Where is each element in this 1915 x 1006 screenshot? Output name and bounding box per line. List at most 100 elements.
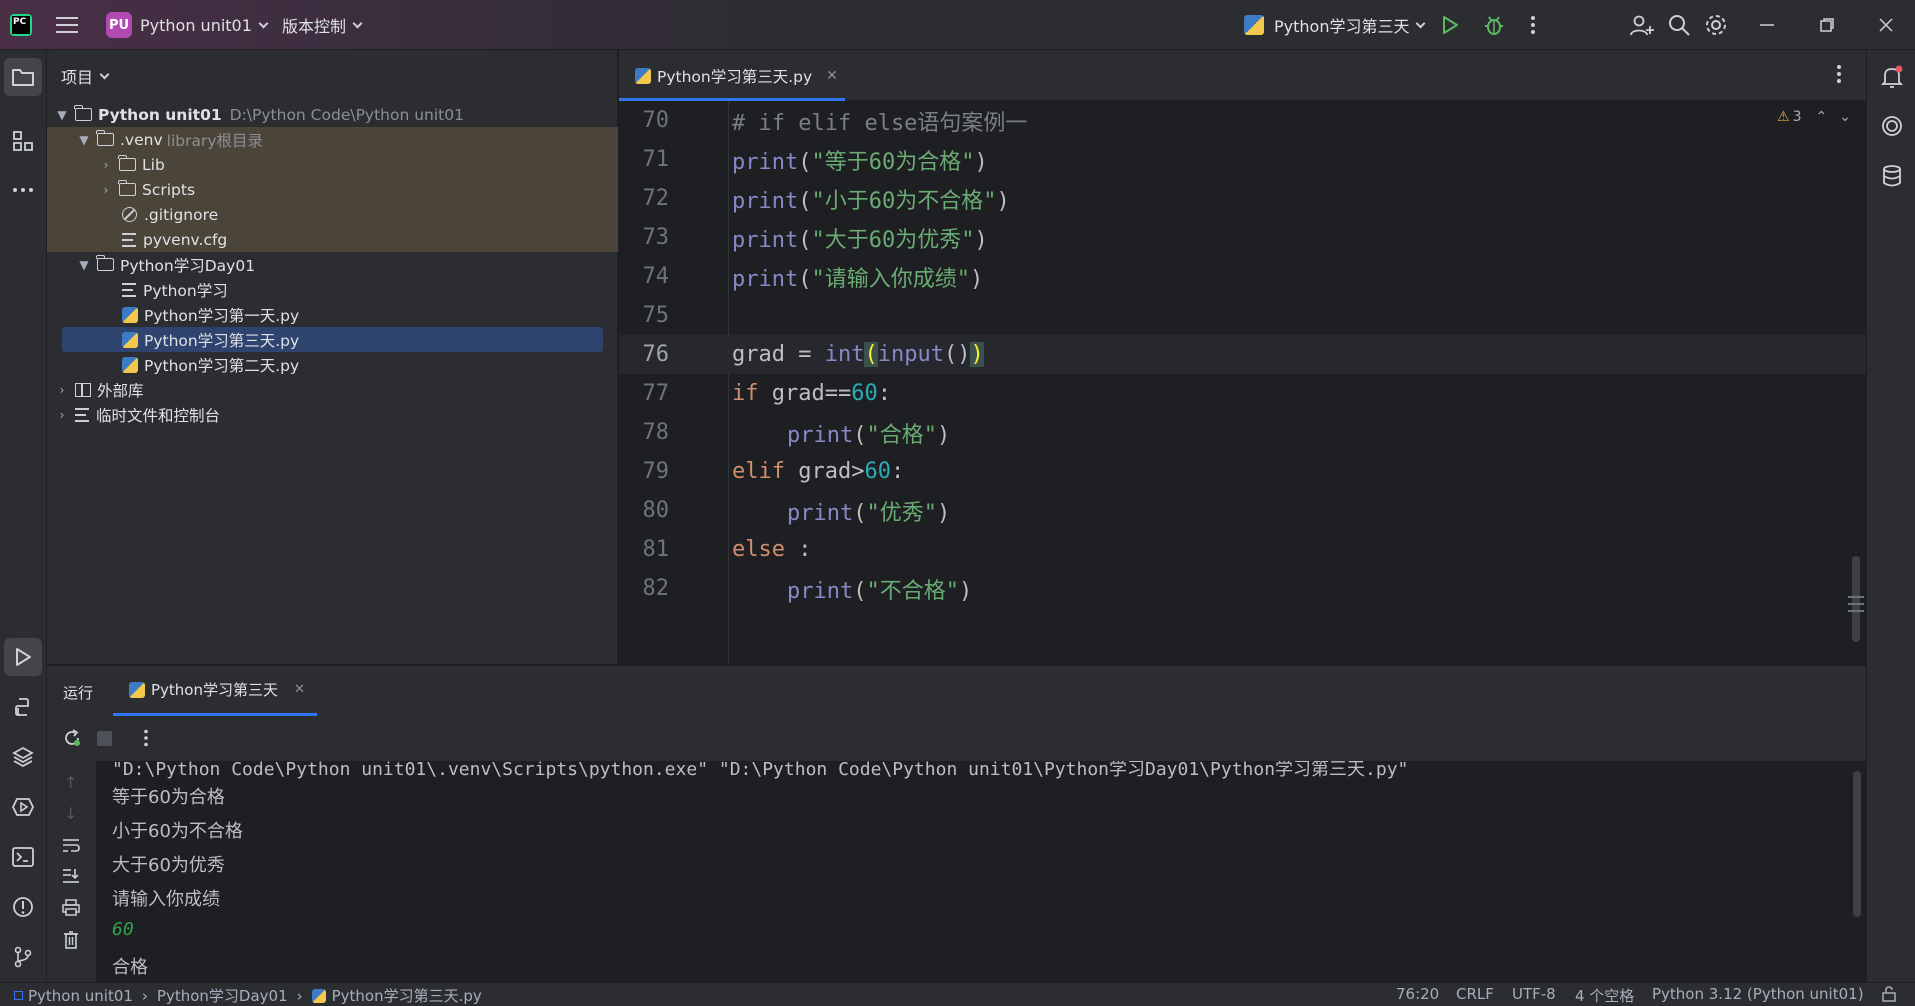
line-number: 73 <box>642 225 670 250</box>
expand-arrow-icon[interactable]: › <box>99 158 113 172</box>
notifications-bell-icon[interactable] <box>1873 58 1911 96</box>
soft-wrap-icon[interactable] <box>62 837 80 857</box>
print-icon[interactable] <box>62 899 80 920</box>
python-packages-icon[interactable] <box>4 738 42 776</box>
debug-button[interactable] <box>1483 0 1505 50</box>
run-button[interactable] <box>1440 0 1460 50</box>
file-encoding[interactable]: UTF-8 <box>1512 985 1556 1003</box>
database-icon[interactable] <box>1873 157 1911 195</box>
python-interpreter[interactable]: Python 3.12 (Python unit01) <box>1652 985 1864 1003</box>
code-line-81[interactable]: 81 else : <box>619 530 1866 569</box>
project-tool-folder-icon[interactable] <box>4 58 42 96</box>
breadcrumb-item[interactable]: Python unit01 <box>28 987 133 1005</box>
structure-icon[interactable] <box>4 122 42 160</box>
code-text: if grad==60: <box>732 381 891 406</box>
tree-item-label: Python unit01 <box>98 105 222 124</box>
run-config-selector[interactable]: Python学习第三天 <box>1244 0 1426 50</box>
code-line-78[interactable]: 78 print("合格") <box>619 413 1866 452</box>
code-line-77[interactable]: 77 if grad==60: <box>619 374 1866 413</box>
expand-arrow-icon[interactable]: ▼ <box>77 133 91 147</box>
tree-item-project-root[interactable]: ▼ Python unit01 D:\Python Code\Python un… <box>47 102 618 127</box>
code-line-80[interactable]: 80 print("优秀") <box>619 491 1866 530</box>
up-arrow-icon[interactable]: ↑ <box>64 773 77 792</box>
rerun-icon[interactable] <box>62 728 82 752</box>
git-branch-icon[interactable] <box>4 938 42 976</box>
tree-item-day1-py[interactable]: Python学习第一天.py <box>47 302 618 327</box>
problems-icon[interactable] <box>4 888 42 926</box>
pycharm-logo-icon[interactable] <box>10 0 32 50</box>
scroll-to-end-icon[interactable] <box>62 868 80 888</box>
code-line-82[interactable]: 82 print("不合格") <box>619 569 1866 608</box>
close-window-icon[interactable] <box>1879 0 1893 50</box>
breadcrumb-item[interactable]: Python学习第三天.py <box>332 985 482 1006</box>
more-tools-icon[interactable] <box>4 171 42 209</box>
project-panel-header[interactable]: 项目 <box>61 64 110 88</box>
tree-item-day01-folder[interactable]: ▼ Python学习Day01 <box>47 252 618 277</box>
stop-icon[interactable] <box>97 731 112 746</box>
trash-icon[interactable] <box>63 931 79 953</box>
project-selector[interactable]: PU Python unit01 <box>106 0 269 50</box>
tree-item-external-libs[interactable]: › 外部库 <box>47 377 618 402</box>
expand-arrow-icon[interactable]: › <box>55 383 69 397</box>
lock-icon[interactable] <box>1882 986 1896 1006</box>
code-line-72[interactable]: 72 print("小于60为不合格") <box>619 179 1866 218</box>
tree-item-label: .gitignore <box>144 205 219 224</box>
expand-arrow-icon[interactable]: › <box>99 183 113 197</box>
bug-icon <box>1485 16 1503 35</box>
tree-item-day3-py[interactable]: Python学习第三天.py <box>62 327 603 352</box>
code-line-75[interactable]: 75 <box>619 296 1866 335</box>
tree-item-gitignore[interactable]: .gitignore <box>47 202 618 227</box>
tree-item-scratches[interactable]: › 临时文件和控制台 <box>47 402 618 427</box>
vcs-menu[interactable]: 版本控制 <box>282 0 363 50</box>
close-tab-icon[interactable]: ✕ <box>294 682 305 697</box>
code-editor[interactable]: ⚠ 3 ⌃ ⌄ 70 # if elif else语句案例一 71 print(… <box>619 101 1866 664</box>
code-line-76-current[interactable]: 76 grad = int(input()) <box>619 335 1866 374</box>
terminal-icon[interactable] <box>4 838 42 876</box>
code-line-71[interactable]: 71 print("等于60为合格") <box>619 140 1866 179</box>
more-actions-icon[interactable] <box>1530 0 1536 50</box>
caret-position[interactable]: 76:20 <box>1396 985 1439 1003</box>
breadcrumb-item[interactable]: Python学习Day01 <box>157 985 288 1006</box>
expand-arrow-icon[interactable]: ▼ <box>55 108 69 122</box>
restore-window-icon[interactable] <box>1820 0 1834 50</box>
search-icon[interactable] <box>1668 0 1690 50</box>
settings-gear-icon[interactable] <box>1705 0 1727 50</box>
console-scrollbar[interactable] <box>1853 771 1861 917</box>
line-number: 70 <box>642 108 670 133</box>
down-arrow-icon[interactable]: ↓ <box>64 804 77 823</box>
project-panel-title: 项目 <box>61 68 94 87</box>
more-options-icon[interactable] <box>143 729 149 751</box>
editor-tab-day3[interactable]: Python学习第三天.py ✕ <box>619 50 845 101</box>
python-console-icon[interactable] <box>4 688 42 726</box>
tree-item-venv[interactable]: ▼ .venv library根目录 <box>47 127 618 152</box>
run-side-toolbar: ↑ ↓ <box>47 761 96 983</box>
expand-arrow-icon[interactable]: › <box>55 408 69 422</box>
indent-setting[interactable]: 4 个空格 <box>1575 985 1634 1006</box>
main-menu-icon[interactable] <box>56 0 78 50</box>
code-text: elif grad>60: <box>732 459 905 484</box>
tree-item-day2-py[interactable]: Python学习第二天.py <box>47 352 618 377</box>
text-file-icon <box>122 232 136 247</box>
run-console-output[interactable]: "D:\Python Code\Python unit01\.venv\Scri… <box>96 761 1866 983</box>
line-separator[interactable]: CRLF <box>1456 985 1494 1003</box>
run-tab[interactable]: Python学习第三天 ✕ <box>113 666 317 716</box>
code-line-79[interactable]: 79 elif grad>60: <box>619 452 1866 491</box>
run-config-name: Python学习第三天 <box>1274 17 1410 36</box>
run-tool-icon[interactable] <box>4 638 42 676</box>
services-icon[interactable] <box>4 788 42 826</box>
tree-item-lib[interactable]: › Lib <box>47 152 618 177</box>
code-line-73[interactable]: 73 print("大于60为优秀") <box>619 218 1866 257</box>
expand-arrow-icon[interactable]: ▼ <box>77 258 91 272</box>
code-line-70[interactable]: 70 # if elif else语句案例一 <box>619 101 1866 140</box>
line-number: 82 <box>642 576 670 601</box>
minimize-window-icon[interactable] <box>1760 0 1774 50</box>
python-file-icon <box>122 306 138 323</box>
tree-item-python-study[interactable]: Python学习 <box>47 277 618 302</box>
tree-item-pyvenv-cfg[interactable]: pyvenv.cfg <box>47 227 618 252</box>
ai-assistant-icon[interactable] <box>1873 107 1911 145</box>
tree-item-scripts[interactable]: › Scripts <box>47 177 618 202</box>
add-user-icon[interactable] <box>1630 0 1654 50</box>
editor-options-icon[interactable] <box>1836 64 1842 88</box>
close-tab-icon[interactable]: ✕ <box>826 68 838 84</box>
code-line-74[interactable]: 74 print("请输入你成绩") <box>619 257 1866 296</box>
